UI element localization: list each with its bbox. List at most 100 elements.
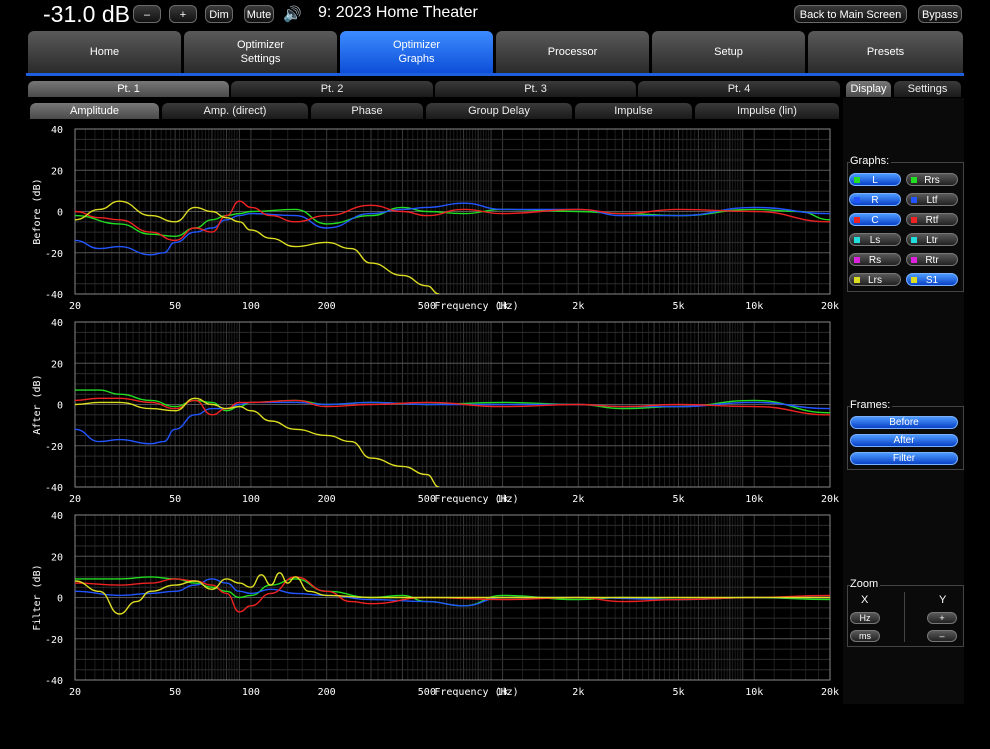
tab-amp-direct[interactable]: Amp. (direct) — [162, 103, 308, 119]
tab-amplitude[interactable]: Amplitude — [30, 103, 159, 119]
x-tick-label: 50 — [169, 687, 181, 698]
nav-underline — [26, 73, 964, 76]
channel-toggle-rs[interactable]: Rs — [849, 253, 901, 266]
nav-home[interactable]: Home — [28, 31, 181, 73]
channel-label: Ls — [869, 235, 881, 246]
channel-label: Ltr — [926, 235, 938, 246]
y-tick-label: 0 — [57, 208, 63, 219]
nav-presets[interactable]: Presets — [808, 31, 963, 73]
x-tick-label: 20k — [821, 687, 839, 698]
y-tick-label: 40 — [51, 511, 63, 522]
channel-toggle-ls[interactable]: Ls — [849, 233, 901, 246]
channel-label: Ltf — [926, 195, 938, 206]
frame-filter-button[interactable]: Filter — [850, 452, 958, 465]
channel-toggle-ltr[interactable]: Ltr — [906, 233, 958, 246]
channel-color-swatch — [911, 197, 917, 203]
y-tick-label: -40 — [45, 290, 63, 301]
volume-down-button[interactable]: – — [133, 5, 161, 23]
zoom-ms-button[interactable]: ms — [850, 630, 880, 642]
channel-label: Lrs — [868, 275, 882, 286]
x-tick-label: 500 — [418, 301, 436, 312]
x-tick-label: 100 — [242, 687, 260, 698]
tab-impulse-lin[interactable]: Impulse (lin) — [695, 103, 839, 119]
tab-pt3[interactable]: Pt. 3 — [435, 81, 636, 97]
channel-toggle-ltf[interactable]: Ltf — [906, 193, 958, 206]
channel-color-swatch — [854, 217, 860, 223]
x-tick-label: 20k — [821, 494, 839, 505]
zoom-hz-button[interactable]: Hz — [850, 612, 880, 624]
mute-button[interactable]: Mute — [244, 5, 274, 23]
x-tick-label: 10k — [745, 301, 763, 312]
volume-readout: -31.0 dB — [43, 1, 130, 27]
x-tick-label: 50 — [169, 494, 181, 505]
y-axis-label: After (dB) — [32, 374, 43, 434]
tab-phase[interactable]: Phase — [311, 103, 423, 119]
channel-toggle-c[interactable]: C — [849, 213, 901, 226]
x-tick-label: 5k — [672, 494, 684, 505]
y-axis-label: Filter (dB) — [32, 564, 43, 630]
dim-button[interactable]: Dim — [205, 5, 233, 23]
tab-pt2[interactable]: Pt. 2 — [231, 81, 433, 97]
channel-toggle-s1[interactable]: S1 — [906, 273, 958, 286]
channel-label: R — [871, 195, 879, 206]
y-tick-label: 0 — [57, 401, 63, 412]
channel-toggle-l[interactable]: L — [849, 173, 901, 186]
channel-toggle-rtr[interactable]: Rtr — [906, 253, 958, 266]
zoom-y-plus-button[interactable]: + — [927, 612, 957, 624]
channel-color-swatch — [911, 177, 917, 183]
channel-color-swatch — [854, 197, 860, 203]
channel-color-swatch — [911, 237, 917, 243]
x-tick-label: 200 — [318, 301, 336, 312]
tab-group-delay[interactable]: Group Delay — [426, 103, 572, 119]
channel-label: L — [872, 175, 878, 186]
x-axis-label: Frequency (Hz) — [434, 301, 518, 312]
x-tick-label: 200 — [318, 494, 336, 505]
x-tick-label: 20 — [69, 687, 81, 698]
x-axis-label: Frequency (Hz) — [434, 494, 518, 505]
zoom-x-label: X — [861, 594, 869, 606]
page-title: 9: 2023 Home Theater — [318, 4, 478, 21]
zoom-y-label: Y — [939, 594, 947, 606]
tab-pt4[interactable]: Pt. 4 — [638, 81, 840, 97]
channel-toggle-lrs[interactable]: Lrs — [849, 273, 901, 286]
frame-after-button[interactable]: After — [850, 434, 958, 447]
y-tick-label: 0 — [57, 594, 63, 605]
x-tick-label: 500 — [418, 687, 436, 698]
x-tick-label: 20 — [69, 301, 81, 312]
x-tick-label: 10k — [745, 687, 763, 698]
y-tick-label: -40 — [45, 483, 63, 494]
amplitude-charts: 40200-20-4020 50 100 200 500 1k 2k 5k 10k 20kFreq… — [32, 125, 839, 698]
channel-color-swatch — [854, 177, 860, 183]
channel-label: Rtf — [925, 215, 939, 226]
y-tick-label: 20 — [51, 166, 63, 177]
x-tick-label: 20 — [69, 494, 81, 505]
frame-before-button[interactable]: Before — [850, 416, 958, 429]
series-line-l — [75, 576, 830, 607]
back-to-main-button[interactable]: Back to Main Screen — [794, 5, 907, 23]
channel-toggle-rrs[interactable]: Rrs — [906, 173, 958, 186]
y-tick-label: -40 — [45, 676, 63, 687]
channel-color-swatch — [854, 277, 860, 283]
channel-toggle-rtf[interactable]: Rtf — [906, 213, 958, 226]
x-tick-label: 10k — [745, 494, 763, 505]
nav-optimizer-settings[interactable]: Optimizer Settings — [184, 31, 337, 73]
tab-display[interactable]: Display — [846, 81, 891, 97]
bypass-button[interactable]: Bypass — [918, 5, 962, 23]
y-tick-label: -20 — [45, 249, 63, 260]
tab-impulse[interactable]: Impulse — [575, 103, 692, 119]
y-tick-label: -20 — [45, 635, 63, 646]
tab-side-settings[interactable]: Settings — [894, 81, 961, 97]
y-tick-label: 40 — [51, 318, 63, 329]
nav-processor[interactable]: Processor — [496, 31, 649, 73]
channel-toggle-r[interactable]: R — [849, 193, 901, 206]
speaker-icon: 🔊 — [283, 6, 302, 23]
channel-label: S1 — [925, 275, 939, 286]
tab-pt1[interactable]: Pt. 1 — [28, 81, 229, 97]
volume-up-button[interactable]: + — [169, 5, 197, 23]
x-tick-label: 100 — [242, 494, 260, 505]
zoom-y-minus-button[interactable]: – — [927, 630, 957, 642]
y-tick-label: -20 — [45, 442, 63, 453]
nav-optimizer-graphs[interactable]: Optimizer Graphs — [340, 31, 493, 73]
nav-setup[interactable]: Setup — [652, 31, 805, 73]
zoom-label: Zoom — [850, 578, 881, 590]
